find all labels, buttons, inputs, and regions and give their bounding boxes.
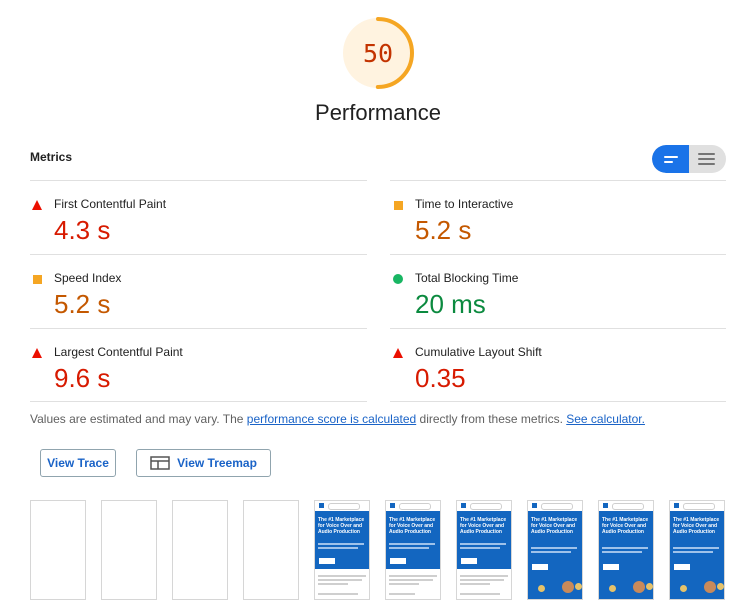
note-text: Values are estimated and may vary. The — [30, 412, 247, 426]
filmstrip-headline: The #1 Marketplace for Voice Over and Au… — [531, 517, 578, 535]
filmstrip-frame: The #1 Marketplace for Voice Over and Au… — [669, 500, 725, 600]
metric-value: 20 ms — [415, 289, 486, 319]
fail-triangle-icon — [32, 200, 42, 210]
metric-value: 9.6 s — [54, 363, 111, 393]
filmstrip-frame-blank — [172, 500, 228, 600]
metric-largest-contentful-paint: Largest Contentful Paint 9.6 s — [30, 332, 360, 406]
filmstrip-frame: The #1 Marketplace for Voice Over and Au… — [385, 500, 441, 600]
bars-compact-icon[interactable] — [652, 145, 689, 173]
filmstrip-frame-blank — [243, 500, 299, 600]
metric-speed-index: Speed Index 5.2 s — [30, 258, 360, 332]
pass-circle-icon — [393, 274, 403, 284]
score-calculation-link[interactable]: performance score is calculated — [247, 412, 416, 426]
filmstrip-frame-blank — [30, 500, 86, 600]
see-calculator-link[interactable]: See calculator. — [566, 412, 645, 426]
metric-name: Total Blocking Time — [415, 271, 519, 285]
view-treemap-label: View Treemap — [177, 456, 257, 470]
metrics-view-toggle[interactable] — [652, 145, 726, 173]
metric-value: 5.2 s — [54, 289, 111, 319]
metric-total-blocking-time: Total Blocking Time 20 ms — [391, 258, 721, 332]
fail-triangle-icon — [32, 348, 42, 358]
filmstrip-frame: The #1 Marketplace for Voice Over and Au… — [314, 500, 370, 600]
metric-cumulative-layout-shift: Cumulative Layout Shift 0.35 — [391, 332, 721, 406]
metric-time-to-interactive: Time to Interactive 5.2 s — [391, 184, 721, 258]
metric-name: First Contentful Paint — [54, 197, 167, 211]
filmstrip-frame: The #1 Marketplace for Voice Over and Au… — [598, 500, 654, 600]
filmstrip-frame-blank — [101, 500, 157, 600]
metrics-heading: Metrics — [30, 150, 73, 164]
metric-name: Time to Interactive — [415, 197, 514, 211]
filmstrip-headline: The #1 Marketplace for Voice Over and Au… — [673, 517, 720, 535]
filmstrip-headline: The #1 Marketplace for Voice Over and Au… — [318, 517, 365, 535]
treemap-icon — [150, 456, 170, 470]
filmstrip-frame: The #1 Marketplace for Voice Over and Au… — [456, 500, 512, 600]
average-square-icon — [393, 200, 403, 210]
fail-triangle-icon — [393, 348, 403, 358]
filmstrip-headline: The #1 Marketplace for Voice Over and Au… — [602, 517, 649, 535]
metric-name: Largest Contentful Paint — [54, 345, 183, 359]
view-trace-button[interactable]: View Trace — [40, 449, 116, 477]
note-text: directly from these metrics. — [416, 412, 567, 426]
bars-expanded-icon[interactable] — [689, 145, 726, 173]
estimate-note: Values are estimated and may vary. The p… — [30, 412, 645, 426]
metric-value: 4.3 s — [54, 215, 111, 245]
average-square-icon — [32, 274, 42, 284]
filmstrip-headline: The #1 Marketplace for Voice Over and Au… — [460, 517, 507, 535]
metric-first-contentful-paint: First Contentful Paint 4.3 s — [30, 184, 360, 258]
category-title: Performance — [315, 100, 441, 125]
metric-value: 5.2 s — [415, 215, 472, 245]
filmstrip-headline: The #1 Marketplace for Voice Over and Au… — [389, 517, 436, 535]
metric-name: Cumulative Layout Shift — [415, 345, 542, 359]
view-treemap-button[interactable]: View Treemap — [136, 449, 271, 477]
gauge-score: 50 — [362, 38, 394, 68]
filmstrip-frame: The #1 Marketplace for Voice Over and Au… — [527, 500, 583, 600]
metric-value: 0.35 — [415, 363, 466, 393]
metric-name: Speed Index — [54, 271, 122, 285]
